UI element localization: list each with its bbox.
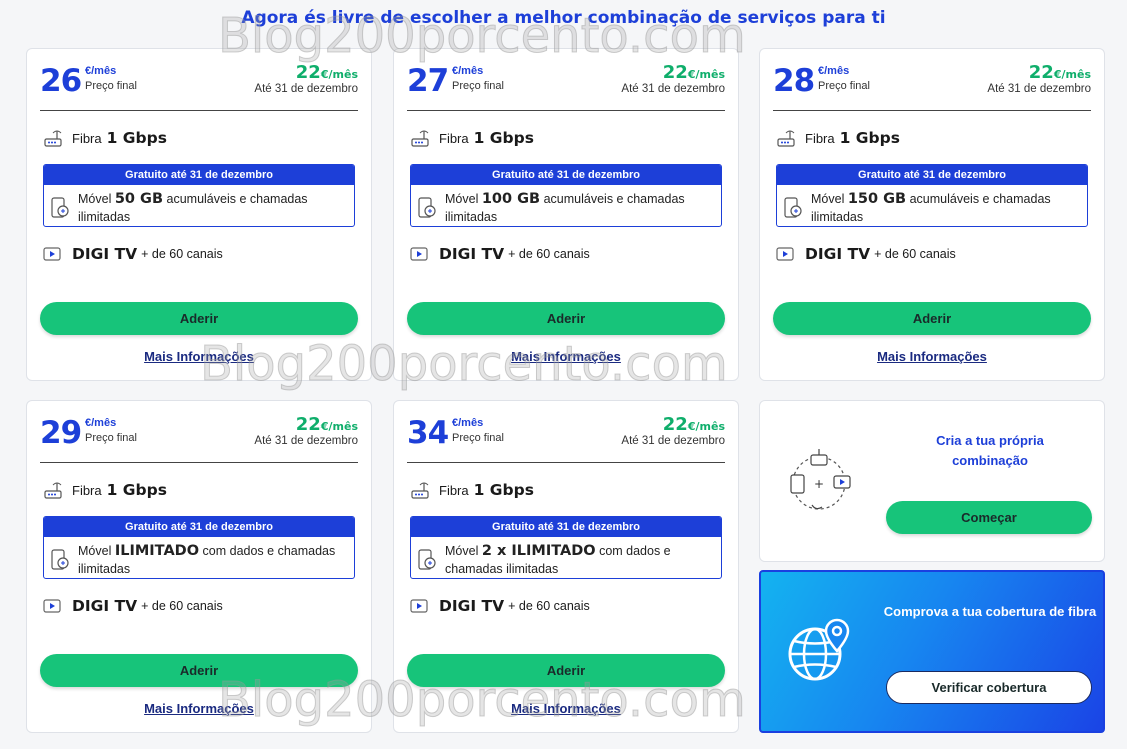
fibra-row: Fibra 1 Gbps: [410, 128, 534, 148]
tv-play-icon: [776, 247, 794, 261]
promo-until-label: Até 31 de dezembro: [987, 83, 1091, 95]
free-until-banner: Gratuito até 31 de dezembro: [777, 165, 1087, 185]
more-info-link[interactable]: Mais Informações: [760, 349, 1104, 364]
mobile-offer-box: Gratuito até 31 de dezembro Móvel ILIMIT…: [43, 516, 355, 579]
mobile-offer-box: Gratuito até 31 de dezembro Móvel 2 x IL…: [410, 516, 722, 579]
join-button[interactable]: Aderir: [40, 654, 358, 687]
router-icon: [44, 482, 62, 499]
promo-price: 22€/mês: [662, 62, 725, 83]
plan-price: 27: [407, 63, 449, 99]
mobile-phone-icon: [418, 197, 436, 218]
divider: [40, 462, 358, 463]
plan-card-27: 27 €/mês Preço final 22€/mês Até 31 de d…: [393, 48, 739, 381]
tv-row: DIGI TV + de 60 canais: [410, 597, 590, 615]
more-info-link[interactable]: Mais Informações: [394, 701, 738, 716]
price-unit: €/mês: [85, 417, 117, 429]
fibra-row: Fibra 1 Gbps: [43, 128, 167, 148]
more-info-link[interactable]: Mais Informações: [27, 701, 371, 716]
router-icon: [44, 130, 62, 147]
more-info-link[interactable]: Mais Informações: [27, 349, 371, 364]
tv-play-icon: [43, 599, 61, 613]
final-price-label: Preço final: [818, 80, 870, 92]
router-icon: [777, 130, 795, 147]
mobile-phone-icon: [51, 549, 69, 570]
plan-card-28: 28 €/mês Preço final 22€/mês Até 31 de d…: [759, 48, 1105, 381]
free-until-banner: Gratuito até 31 de dezembro: [411, 517, 721, 537]
free-until-banner: Gratuito até 31 de dezembro: [44, 517, 354, 537]
mobile-description: Móvel 2 x ILIMITADO com dados e chamadas…: [445, 543, 671, 576]
join-button[interactable]: Aderir: [407, 654, 725, 687]
plan-price: 28: [773, 63, 815, 99]
promo-price: 22€/mês: [295, 62, 358, 83]
mobile-phone-icon: [51, 197, 69, 218]
promo-until-label: Até 31 de dezembro: [621, 83, 725, 95]
final-price-label: Preço final: [85, 432, 137, 444]
price-unit: €/mês: [452, 65, 484, 77]
mobile-offer-box: Gratuito até 31 de dezembro Móvel 100 GB…: [410, 164, 722, 227]
join-button[interactable]: Aderir: [407, 302, 725, 335]
divider: [407, 110, 725, 111]
price-unit: €/mês: [85, 65, 117, 77]
plan-card-26: 26 €/mês Preço final 22€/mês Até 31 de d…: [26, 48, 372, 381]
plan-price: 29: [40, 415, 82, 451]
mobile-description: Móvel 100 GB acumuláveis e chamadas ilim…: [445, 191, 685, 224]
check-coverage-button[interactable]: Verificar cobertura: [886, 671, 1092, 704]
promo-price: 22€/mês: [1028, 62, 1091, 83]
combo-title: Cria a tua própria combinação: [936, 433, 1044, 468]
divider: [40, 110, 358, 111]
free-until-banner: Gratuito até 31 de dezembro: [411, 165, 721, 185]
tv-row: DIGI TV + de 60 canais: [43, 245, 223, 263]
fibra-row: Fibra 1 Gbps: [43, 480, 167, 500]
combo-card: + Cria a tua própria combinação Começar: [759, 400, 1105, 562]
promo-until-label: Até 31 de dezembro: [254, 435, 358, 447]
mobile-offer-box: Gratuito até 31 de dezembro Móvel 50 GB …: [43, 164, 355, 227]
router-icon: [411, 482, 429, 499]
promo-price: 22€/mês: [295, 414, 358, 435]
final-price-label: Preço final: [85, 80, 137, 92]
page-headline: Agora és livre de escolher a melhor comb…: [241, 8, 886, 28]
mobile-description: Móvel 150 GB acumuláveis e chamadas ilim…: [811, 191, 1051, 224]
router-icon: [411, 130, 429, 147]
mobile-phone-icon: [418, 549, 436, 570]
promo-until-label: Até 31 de dezembro: [621, 435, 725, 447]
tv-play-icon: [410, 599, 428, 613]
coverage-title: Comprova a tua cobertura de fibra: [883, 604, 1097, 619]
tv-row: DIGI TV + de 60 canais: [410, 245, 590, 263]
join-button[interactable]: Aderir: [773, 302, 1091, 335]
price-unit: €/mês: [452, 417, 484, 429]
more-info-link[interactable]: Mais Informações: [394, 349, 738, 364]
globe-location-icon: [788, 618, 850, 681]
promo-price: 22€/mês: [662, 414, 725, 435]
plan-card-29: 29 €/mês Preço final 22€/mês Até 31 de d…: [26, 400, 372, 733]
tv-row: DIGI TV + de 60 canais: [43, 597, 223, 615]
tv-play-icon: [410, 247, 428, 261]
divider: [773, 110, 1091, 111]
svg-text:+: +: [814, 477, 824, 491]
divider: [407, 462, 725, 463]
coverage-card: Comprova a tua cobertura de fibra Verifi…: [759, 570, 1105, 733]
start-button[interactable]: Começar: [886, 501, 1092, 534]
final-price-label: Preço final: [452, 80, 504, 92]
plan-price: 26: [40, 63, 82, 99]
join-button[interactable]: Aderir: [40, 302, 358, 335]
free-until-banner: Gratuito até 31 de dezembro: [44, 165, 354, 185]
mobile-description: Móvel 50 GB acumuláveis e chamadas ilimi…: [78, 191, 308, 224]
mobile-offer-box: Gratuito até 31 de dezembro Móvel 150 GB…: [776, 164, 1088, 227]
price-unit: €/mês: [818, 65, 850, 77]
mobile-description: Móvel ILIMITADO com dados e chamadas ili…: [78, 543, 336, 576]
plan-card-34: 34 €/mês Preço final 22€/mês Até 31 de d…: [393, 400, 739, 733]
combo-illustration-icon: +: [790, 449, 851, 510]
mobile-phone-icon: [784, 197, 802, 218]
final-price-label: Preço final: [452, 432, 504, 444]
tv-row: DIGI TV + de 60 canais: [776, 245, 956, 263]
tv-play-icon: [43, 247, 61, 261]
fibra-row: Fibra 1 Gbps: [410, 480, 534, 500]
fibra-row: Fibra 1 Gbps: [776, 128, 900, 148]
promo-until-label: Até 31 de dezembro: [254, 83, 358, 95]
plan-price: 34: [407, 415, 449, 451]
